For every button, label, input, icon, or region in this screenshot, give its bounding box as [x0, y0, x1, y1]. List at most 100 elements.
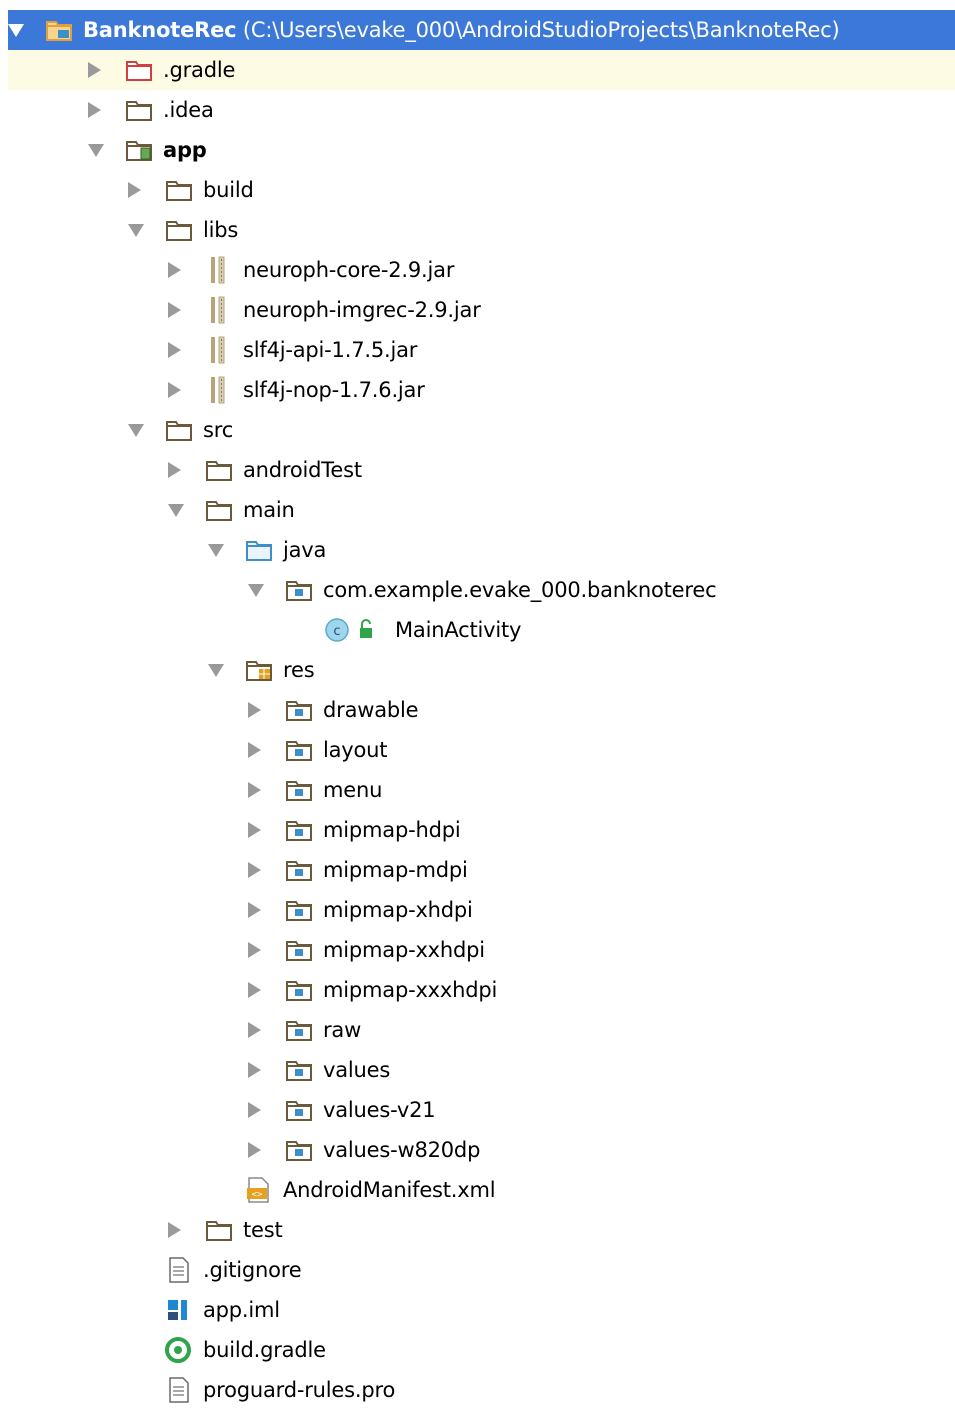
tree-row[interactable]: mipmap-hdpi [8, 810, 955, 850]
svg-text:<>: <> [252, 1190, 263, 1200]
tree-row[interactable]: mipmap-xhdpi [8, 890, 955, 930]
package-icon [284, 896, 314, 924]
folder-icon [204, 1216, 234, 1244]
project-folder-icon [44, 16, 74, 44]
tree-item-label: androidTest [243, 458, 362, 482]
expand-arrow-open-icon[interactable] [88, 144, 104, 157]
tree-row[interactable]: <> AndroidManifest.xml [8, 1170, 955, 1210]
expand-arrow-closed-icon[interactable] [248, 862, 261, 878]
class-icon: c [324, 616, 354, 644]
expand-arrow-open-icon[interactable] [128, 224, 144, 237]
expand-arrow-closed-icon[interactable] [168, 302, 181, 318]
expand-arrow-closed-icon[interactable] [168, 1222, 181, 1238]
tree-row[interactable]: .gitignore [8, 1250, 955, 1290]
package-icon [284, 976, 314, 1004]
project-path: (C:\Users\evake_000\AndroidStudioProject… [236, 18, 840, 42]
expand-arrow-open-icon[interactable] [208, 664, 224, 677]
expand-arrow-open-icon[interactable] [168, 504, 184, 517]
package-icon [284, 1136, 314, 1164]
tree-row[interactable]: src [8, 410, 955, 450]
resource-folder-icon [244, 656, 274, 684]
expand-arrow-closed-icon[interactable] [168, 462, 181, 478]
tree-item-label: mipmap-xhdpi [323, 898, 473, 922]
tree-row[interactable]: values-w820dp [8, 1130, 955, 1170]
tree-row[interactable]: mipmap-mdpi [8, 850, 955, 890]
tree-row[interactable]: libs [8, 210, 955, 250]
project-name: BanknoteRec [83, 18, 237, 42]
expand-arrow-closed-icon[interactable] [168, 262, 181, 278]
tree-row[interactable]: .idea [8, 90, 955, 130]
tree-row[interactable]: mipmap-xxxhdpi [8, 970, 955, 1010]
tree-item-label: mipmap-hdpi [323, 818, 461, 842]
tree-row[interactable]: .gradle [8, 50, 955, 90]
expand-arrow-closed-icon[interactable] [168, 382, 181, 398]
tree-row[interactable]: test [8, 1210, 955, 1250]
expand-arrow-closed-icon[interactable] [248, 1142, 261, 1158]
gradle-icon [164, 1336, 194, 1364]
tree-row[interactable]: drawable [8, 690, 955, 730]
expand-arrow-closed-icon[interactable] [248, 902, 261, 918]
expand-arrow-closed-icon[interactable] [248, 942, 261, 958]
tree-item-label: values-w820dp [323, 1138, 481, 1162]
jar-icon [204, 376, 234, 404]
tree-row[interactable]: com.example.evake_000.banknoterec [8, 570, 955, 610]
tree-row[interactable]: c MainActivity [8, 610, 955, 650]
tree-item-label: src [203, 418, 234, 442]
expand-arrow-open-icon[interactable] [208, 544, 224, 557]
tree-row[interactable]: neuroph-core-2.9.jar [8, 250, 955, 290]
excluded-folder-icon [124, 56, 154, 84]
package-icon [284, 576, 314, 604]
tree-item-label: mipmap-mdpi [323, 858, 468, 882]
expand-arrow-closed-icon[interactable] [248, 742, 261, 758]
package-icon [284, 1016, 314, 1044]
expand-arrow-open-icon[interactable] [248, 584, 264, 597]
tree-item-label: .gitignore [203, 1258, 302, 1282]
tree-row[interactable]: values-v21 [8, 1090, 955, 1130]
tree-row[interactable]: values [8, 1050, 955, 1090]
tree-row[interactable]: java [8, 530, 955, 570]
expand-arrow-closed-icon[interactable] [248, 982, 261, 998]
expand-arrow-closed-icon[interactable] [248, 822, 261, 838]
tree-row[interactable]: layout [8, 730, 955, 770]
tree-row[interactable]: res [8, 650, 955, 690]
tree-item-label: .gradle [163, 58, 236, 82]
folder-icon [204, 496, 234, 524]
expand-arrow-open-icon[interactable] [128, 424, 144, 437]
package-icon [284, 936, 314, 964]
expand-arrow-closed-icon[interactable] [248, 1102, 261, 1118]
tree-item-label: proguard-rules.pro [203, 1378, 396, 1402]
expand-arrow-closed-icon[interactable] [248, 1062, 261, 1078]
tree-row[interactable]: raw [8, 1010, 955, 1050]
tree-row[interactable]: slf4j-api-1.7.5.jar [8, 330, 955, 370]
tree-row[interactable]: slf4j-nop-1.7.6.jar [8, 370, 955, 410]
tree-item-label: values-v21 [323, 1098, 436, 1122]
text-file-icon [164, 1376, 194, 1404]
package-icon [284, 816, 314, 844]
folder-icon [204, 456, 234, 484]
expand-arrow-closed-icon[interactable] [248, 702, 261, 718]
module-folder-icon [124, 136, 154, 164]
expand-arrow-closed-icon[interactable] [88, 102, 101, 118]
tree-row[interactable]: app [8, 130, 955, 170]
tree-item-label: build.gradle [203, 1338, 326, 1362]
expand-arrow-closed-icon[interactable] [248, 782, 261, 798]
tree-row[interactable]: neuroph-imgrec-2.9.jar [8, 290, 955, 330]
tree-item-label: slf4j-api-1.7.5.jar [243, 338, 418, 362]
tree-row[interactable]: mipmap-xxhdpi [8, 930, 955, 970]
tree-row[interactable]: androidTest [8, 450, 955, 490]
tree-row[interactable]: build [8, 170, 955, 210]
tree-row[interactable]: proguard-rules.pro [8, 1370, 955, 1410]
folder-icon [164, 216, 194, 244]
tree-row[interactable]: menu [8, 770, 955, 810]
tree-row[interactable]: build.gradle [8, 1330, 955, 1370]
tree-row[interactable]: main [8, 490, 955, 530]
tree-row[interactable]: BanknoteRec (C:\Users\evake_000\AndroidS… [8, 10, 955, 50]
tree-row[interactable]: app.iml [8, 1290, 955, 1330]
expand-arrow-closed-icon[interactable] [248, 1022, 261, 1038]
expand-arrow-closed-icon[interactable] [128, 182, 141, 198]
tree-item-label: mipmap-xxxhdpi [323, 978, 498, 1002]
expand-arrow-closed-icon[interactable] [88, 62, 101, 78]
expand-arrow-open-icon[interactable] [8, 24, 24, 37]
tree-item-label: AndroidManifest.xml [283, 1178, 496, 1202]
expand-arrow-closed-icon[interactable] [168, 342, 181, 358]
